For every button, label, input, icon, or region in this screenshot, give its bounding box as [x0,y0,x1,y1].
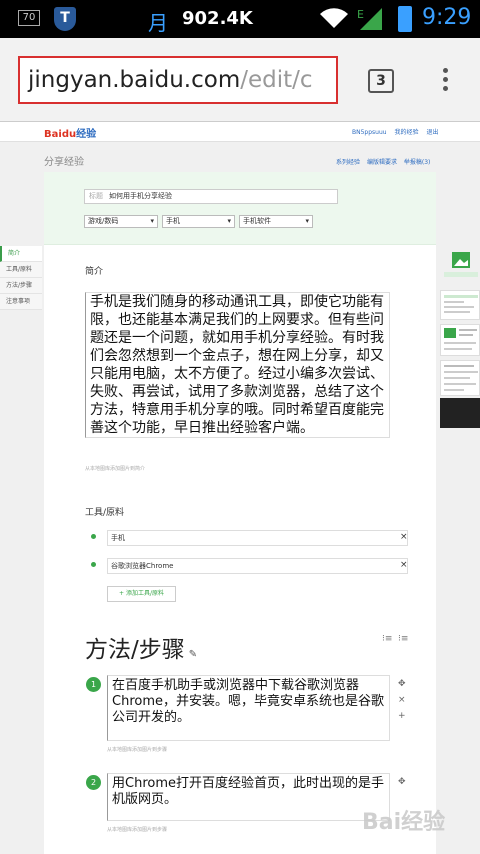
thumbnail-3[interactable] [440,360,480,396]
web-page: Baidu经验 BN5ppsuuu 我的经验 退出 分享经验 系列经验 编版辑要… [0,122,480,854]
nav-item-tools[interactable]: 工具/原料 [0,262,42,278]
bullet-icon [91,562,96,567]
editor-header: 标题如何用手机分享经验 游戏/数码 手机 手机软件 [44,172,436,245]
thumbnail-1[interactable] [440,290,480,320]
edit-pen-icon[interactable]: ✎ [189,649,197,660]
status-clock: 9:29 [422,5,472,30]
ordered-list-icon[interactable]: ⁝≡ [382,634,392,644]
requirements-link[interactable]: 编版辑要求 [367,159,397,166]
logout-link[interactable]: 退出 [426,129,438,136]
username-link[interactable]: BN5ppsuuu [352,129,387,136]
category-select-3[interactable]: 手机软件 [239,215,313,228]
method-title: 方法/步骤 ✎ [85,637,198,663]
browser-toolbar: jingyan.baidu.com/edit/c 3 [0,38,480,122]
editor-card: 标题如何用手机分享经验 游戏/数码 手机 手机软件 简介 手机是我们随身的移动通… [44,172,436,854]
title-label: 标题 [89,192,103,200]
tools-label: 工具/原料 [85,508,125,518]
baidu-jingyan-logo[interactable]: Baidu经验 [44,125,96,140]
unordered-list-icon[interactable]: ⁝≡ [398,634,408,644]
status-bar: 70 T 月 902.4K E 9:29 [0,0,480,38]
site-header: Baidu经验 BN5ppsuuu 我的经验 退出 [0,122,480,142]
add-image-icon[interactable] [440,248,480,286]
remove-tool-1-icon[interactable]: × [400,532,408,542]
drafts-link[interactable]: 举报稿(3) [404,159,431,166]
tool-input-2[interactable]: 谷歌浏览器Chrome [107,558,408,574]
step-1-image-hint[interactable]: 从本地图库添加图片到步骤 [107,746,167,753]
thumbnail-4[interactable] [440,398,480,428]
overflow-menu-icon[interactable] [443,68,449,94]
nav-item-method[interactable]: 方法/步骤 [0,278,42,294]
step-2-textarea[interactable]: 用Chrome打开百度经验首页，此时出现的是手机版网页。 [107,773,390,821]
bullet-icon [91,534,96,539]
intro-image-hint[interactable]: 从本地图库添加图片到简介 [85,465,145,472]
thumbnail-2[interactable] [440,324,480,356]
section-nav: 简介 工具/原料 方法/步骤 注意事项 [0,246,42,310]
step-1-add-icon[interactable]: + [398,711,406,721]
wifi-icon [320,8,348,28]
step-1-delete-icon[interactable]: × [398,695,406,705]
shield-icon: T [54,7,76,31]
status-moon-text: 月 [148,11,168,35]
url-host: jingyan.baidu.com [28,67,241,93]
step-1-number: 1 [86,677,101,692]
baidu-watermark: Bai经验 [362,810,446,835]
page-title: 分享经验 [44,157,84,168]
tool-input-1[interactable]: 手机 [107,530,408,546]
category-select-1[interactable]: 游戏/数码 [84,215,158,228]
share-links: 系列经验 编版辑要求 举报稿(3) [336,157,435,166]
url-path: /edit/c [240,67,313,93]
svg-text:E: E [357,8,364,21]
my-jingyan-link[interactable]: 我的经验 [395,129,419,136]
tab-switcher-button[interactable]: 3 [368,69,394,93]
step-1-textarea[interactable]: 在百度手机助手或浏览器中下载谷歌浏览器Chrome，并安装。嗯，毕竟安卓系统也是… [107,675,390,741]
category-select-2[interactable]: 手机 [162,215,235,228]
add-tool-button[interactable]: + 添加工具/原料 [107,586,176,602]
nav-item-intro[interactable]: 简介 [0,246,42,262]
network-speed: 902.4K [182,8,253,29]
step-1-move-icon[interactable]: ✥ [398,679,406,689]
intro-label: 简介 [85,267,104,277]
remove-tool-2-icon[interactable]: × [400,560,408,570]
step-2-image-hint[interactable]: 从本地图库添加图片到步骤 [107,826,167,833]
nav-item-notes[interactable]: 注意事项 [0,294,42,310]
notification-badge: 70 [18,10,40,26]
header-links: BN5ppsuuu 我的经验 退出 [352,127,444,136]
title-input[interactable]: 标题 如何用手机分享经验 [84,189,338,204]
title-value: 如何用手机分享经验 [109,192,172,200]
series-link[interactable]: 系列经验 [336,159,360,166]
intro-textarea[interactable]: 手机是我们随身的移动通讯工具，即使它功能有限，也还能基本满足我们的上网要求。但有… [85,292,390,438]
battery-icon [398,6,412,32]
url-bar[interactable]: jingyan.baidu.com/edit/c [18,56,338,104]
step-2-move-icon[interactable]: ✥ [398,777,406,787]
signal-icon: E [357,8,382,30]
step-2-number: 2 [86,775,101,790]
